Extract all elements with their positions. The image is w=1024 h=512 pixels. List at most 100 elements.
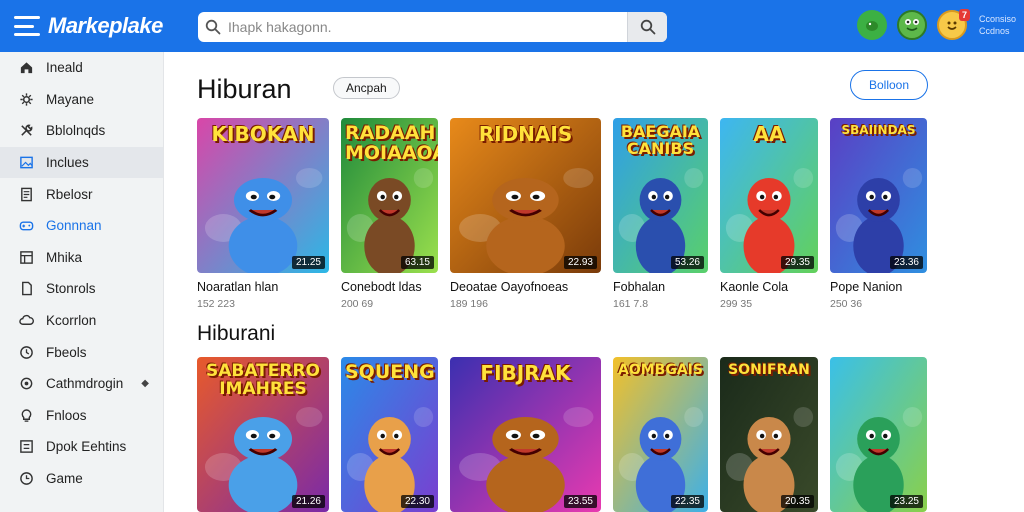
sidebar-item-2[interactable]: Mayane xyxy=(0,84,163,116)
sidebar-item-3[interactable]: Bblolnqds xyxy=(0,115,163,147)
app-logo[interactable]: Markeplake xyxy=(48,13,163,39)
app-card[interactable]: KIBOKAN 21.25 Noaratlan hlan 152 223 xyxy=(197,118,329,310)
app-thumbnail[interactable]: RIDNAIS 22.93 xyxy=(450,118,601,273)
sidebar-item-label: Game xyxy=(46,471,83,487)
thumbnail-title: BAEGAIA CANIBS xyxy=(620,122,701,158)
app-name[interactable]: Kaonle Cola xyxy=(720,280,818,294)
search-button-icon xyxy=(640,19,655,35)
section-title: Hiburan xyxy=(197,74,292,104)
sidebar-item-14[interactable]: Game xyxy=(0,463,163,495)
sidebar-item-9[interactable]: Kcorrlon xyxy=(0,305,163,337)
app-thumbnail[interactable]: AOMBGAIS 22.35 xyxy=(613,357,708,512)
price-tag: 63.15 xyxy=(400,256,434,269)
sidebar-item-10[interactable]: Fbeols xyxy=(0,336,163,368)
app-name[interactable]: Deoatae Oayofnoeas xyxy=(450,280,601,294)
sidebar-item-11[interactable]: Cathmdrogin ◆ xyxy=(0,368,163,400)
app-meta: 250 36 xyxy=(830,298,863,310)
sidebar-item-7[interactable]: Mhika xyxy=(0,242,163,274)
sidebar-item-label: Ineald xyxy=(46,60,83,76)
app-card[interactable]: 23.25 xyxy=(830,357,927,512)
app-thumbnail[interactable]: AA 29.35 xyxy=(720,118,818,273)
app-meta: 200 69 xyxy=(341,298,374,310)
price-tag: 22.35 xyxy=(670,495,704,508)
thumbnail-art xyxy=(830,357,927,512)
thumbnail-title: SBAIINDAS xyxy=(841,123,916,137)
cloud-icon xyxy=(18,313,34,329)
sidebar-item-6[interactable]: Gonnnan xyxy=(0,210,163,242)
image-icon xyxy=(18,155,34,171)
sidebar-item-8[interactable]: Stonrols xyxy=(0,273,163,305)
see-all-button[interactable]: Bolloon xyxy=(850,70,928,100)
thumbnail-art xyxy=(613,357,708,512)
user-avatar[interactable]: 7 xyxy=(936,9,970,40)
file-icon xyxy=(18,281,34,297)
menu-list-icon xyxy=(18,439,34,455)
app-thumbnail[interactable]: SONIFRAN 20.35 xyxy=(720,357,818,512)
app-thumbnail[interactable]: SQUENG 22.30 xyxy=(341,357,438,512)
search-bar xyxy=(198,12,667,42)
app-card[interactable]: SQUENG 22.30 xyxy=(341,357,438,512)
main-content: Hiburan Ancpah Bolloon KIBOKAN 21.25 Noara… xyxy=(164,52,1024,512)
history-icon xyxy=(18,471,34,487)
price-tag: 21.25 xyxy=(291,256,325,269)
price-tag: 22.30 xyxy=(400,495,434,508)
sidebar-item-label: Dpok Eehtins xyxy=(46,439,127,455)
app-meta: 152 223 xyxy=(197,298,235,310)
sidebar-item-label: Fnloos xyxy=(46,407,87,423)
sidebar-item-marker: ◆ xyxy=(141,378,149,390)
thumbnail-title: KIBOKAN xyxy=(211,122,315,146)
app-thumbnail[interactable]: FIBJRAK 23.55 xyxy=(450,357,601,512)
sidebar-item-4[interactable]: Inclues xyxy=(0,146,163,179)
filter-chip[interactable]: Ancpah xyxy=(333,77,400,99)
frog-avatar-icon[interactable] xyxy=(896,10,927,40)
app-name[interactable]: Fobhalan xyxy=(613,280,708,294)
app-card[interactable]: RIDNAIS 22.93 Deoatae Oayofnoeas 189 196 xyxy=(450,118,601,310)
search-input[interactable] xyxy=(228,19,627,35)
settings-icon xyxy=(18,91,34,107)
app-meta: 299 35 xyxy=(720,298,753,310)
price-tag: 53.26 xyxy=(670,256,704,269)
app-card[interactable]: BAEGAIA CANIBS 53.26 Fobhalan 161 7.8 xyxy=(613,118,708,310)
green-app-icon[interactable] xyxy=(856,10,887,40)
search-button[interactable] xyxy=(627,12,667,42)
app-thumbnail[interactable]: RADAAH MOIAAOAN 63.15 xyxy=(341,118,438,273)
sidebar-item-label: Mhika xyxy=(46,249,83,265)
notification-badge: 7 xyxy=(958,9,970,21)
app-meta: 189 196 xyxy=(450,298,488,310)
thumbnail-title: AOMBGAIS xyxy=(618,362,703,378)
app-card[interactable]: SABATERRO IMAHRES 21.26 xyxy=(197,357,329,512)
tools-icon xyxy=(18,123,34,139)
app-card[interactable]: RADAAH MOIAAOAN 63.15 Conebodt ldas 200 69 xyxy=(341,118,438,310)
app-thumbnail[interactable]: SBAIINDAS 23.36 xyxy=(830,118,927,273)
app-name[interactable]: Pope Nanion xyxy=(830,280,927,294)
store-icon xyxy=(18,249,34,265)
thumbnail-art xyxy=(720,357,818,512)
sidebar-item-label: Rbelosr xyxy=(46,186,93,202)
sidebar-item-5[interactable]: Rbelosr xyxy=(0,178,163,210)
sidebar-item-13[interactable]: Dpok Eehtins xyxy=(0,431,163,463)
app-card[interactable]: FIBJRAK 23.55 xyxy=(450,357,601,512)
app-thumbnail[interactable]: BAEGAIA CANIBS 53.26 xyxy=(613,118,708,273)
app-card[interactable]: SONIFRAN 20.35 xyxy=(720,357,818,512)
sidebar-item-label: Bblolnqds xyxy=(46,123,106,139)
app-card[interactable]: AA 29.35 Kaonle Cola 299 35 xyxy=(720,118,818,310)
sidebar-item-12[interactable]: Fnloos xyxy=(0,400,163,432)
app-thumbnail[interactable]: KIBOKAN 21.25 xyxy=(197,118,329,273)
app-thumbnail[interactable]: SABATERRO IMAHRES 21.26 xyxy=(197,357,329,512)
app-name[interactable]: Noaratlan hlan xyxy=(197,280,329,294)
user-line-1: Cconsiso xyxy=(978,14,1016,24)
user-info[interactable]: Cconsiso Ccdnos xyxy=(979,13,1016,37)
gamepad-icon xyxy=(18,218,34,234)
thumbnail-title: RIDNAIS xyxy=(478,122,573,146)
app-thumbnail[interactable]: 23.25 xyxy=(830,357,927,512)
gear-icon xyxy=(18,376,34,392)
hamburger-menu-icon[interactable] xyxy=(14,16,40,36)
sidebar-item-label: Gonnnan xyxy=(46,218,102,234)
app-card[interactable]: AOMBGAIS 22.35 xyxy=(613,357,708,512)
app-name[interactable]: Conebodt ldas xyxy=(341,280,438,294)
sidebar-item-1[interactable]: Ineald xyxy=(0,52,163,84)
lightbulb-icon xyxy=(18,407,34,423)
app-card[interactable]: SBAIINDAS 23.36 Pope Nanion 250 36 xyxy=(830,118,927,310)
price-tag: 22.93 xyxy=(563,256,597,269)
thumbnail-title: SQUENG xyxy=(345,361,435,383)
